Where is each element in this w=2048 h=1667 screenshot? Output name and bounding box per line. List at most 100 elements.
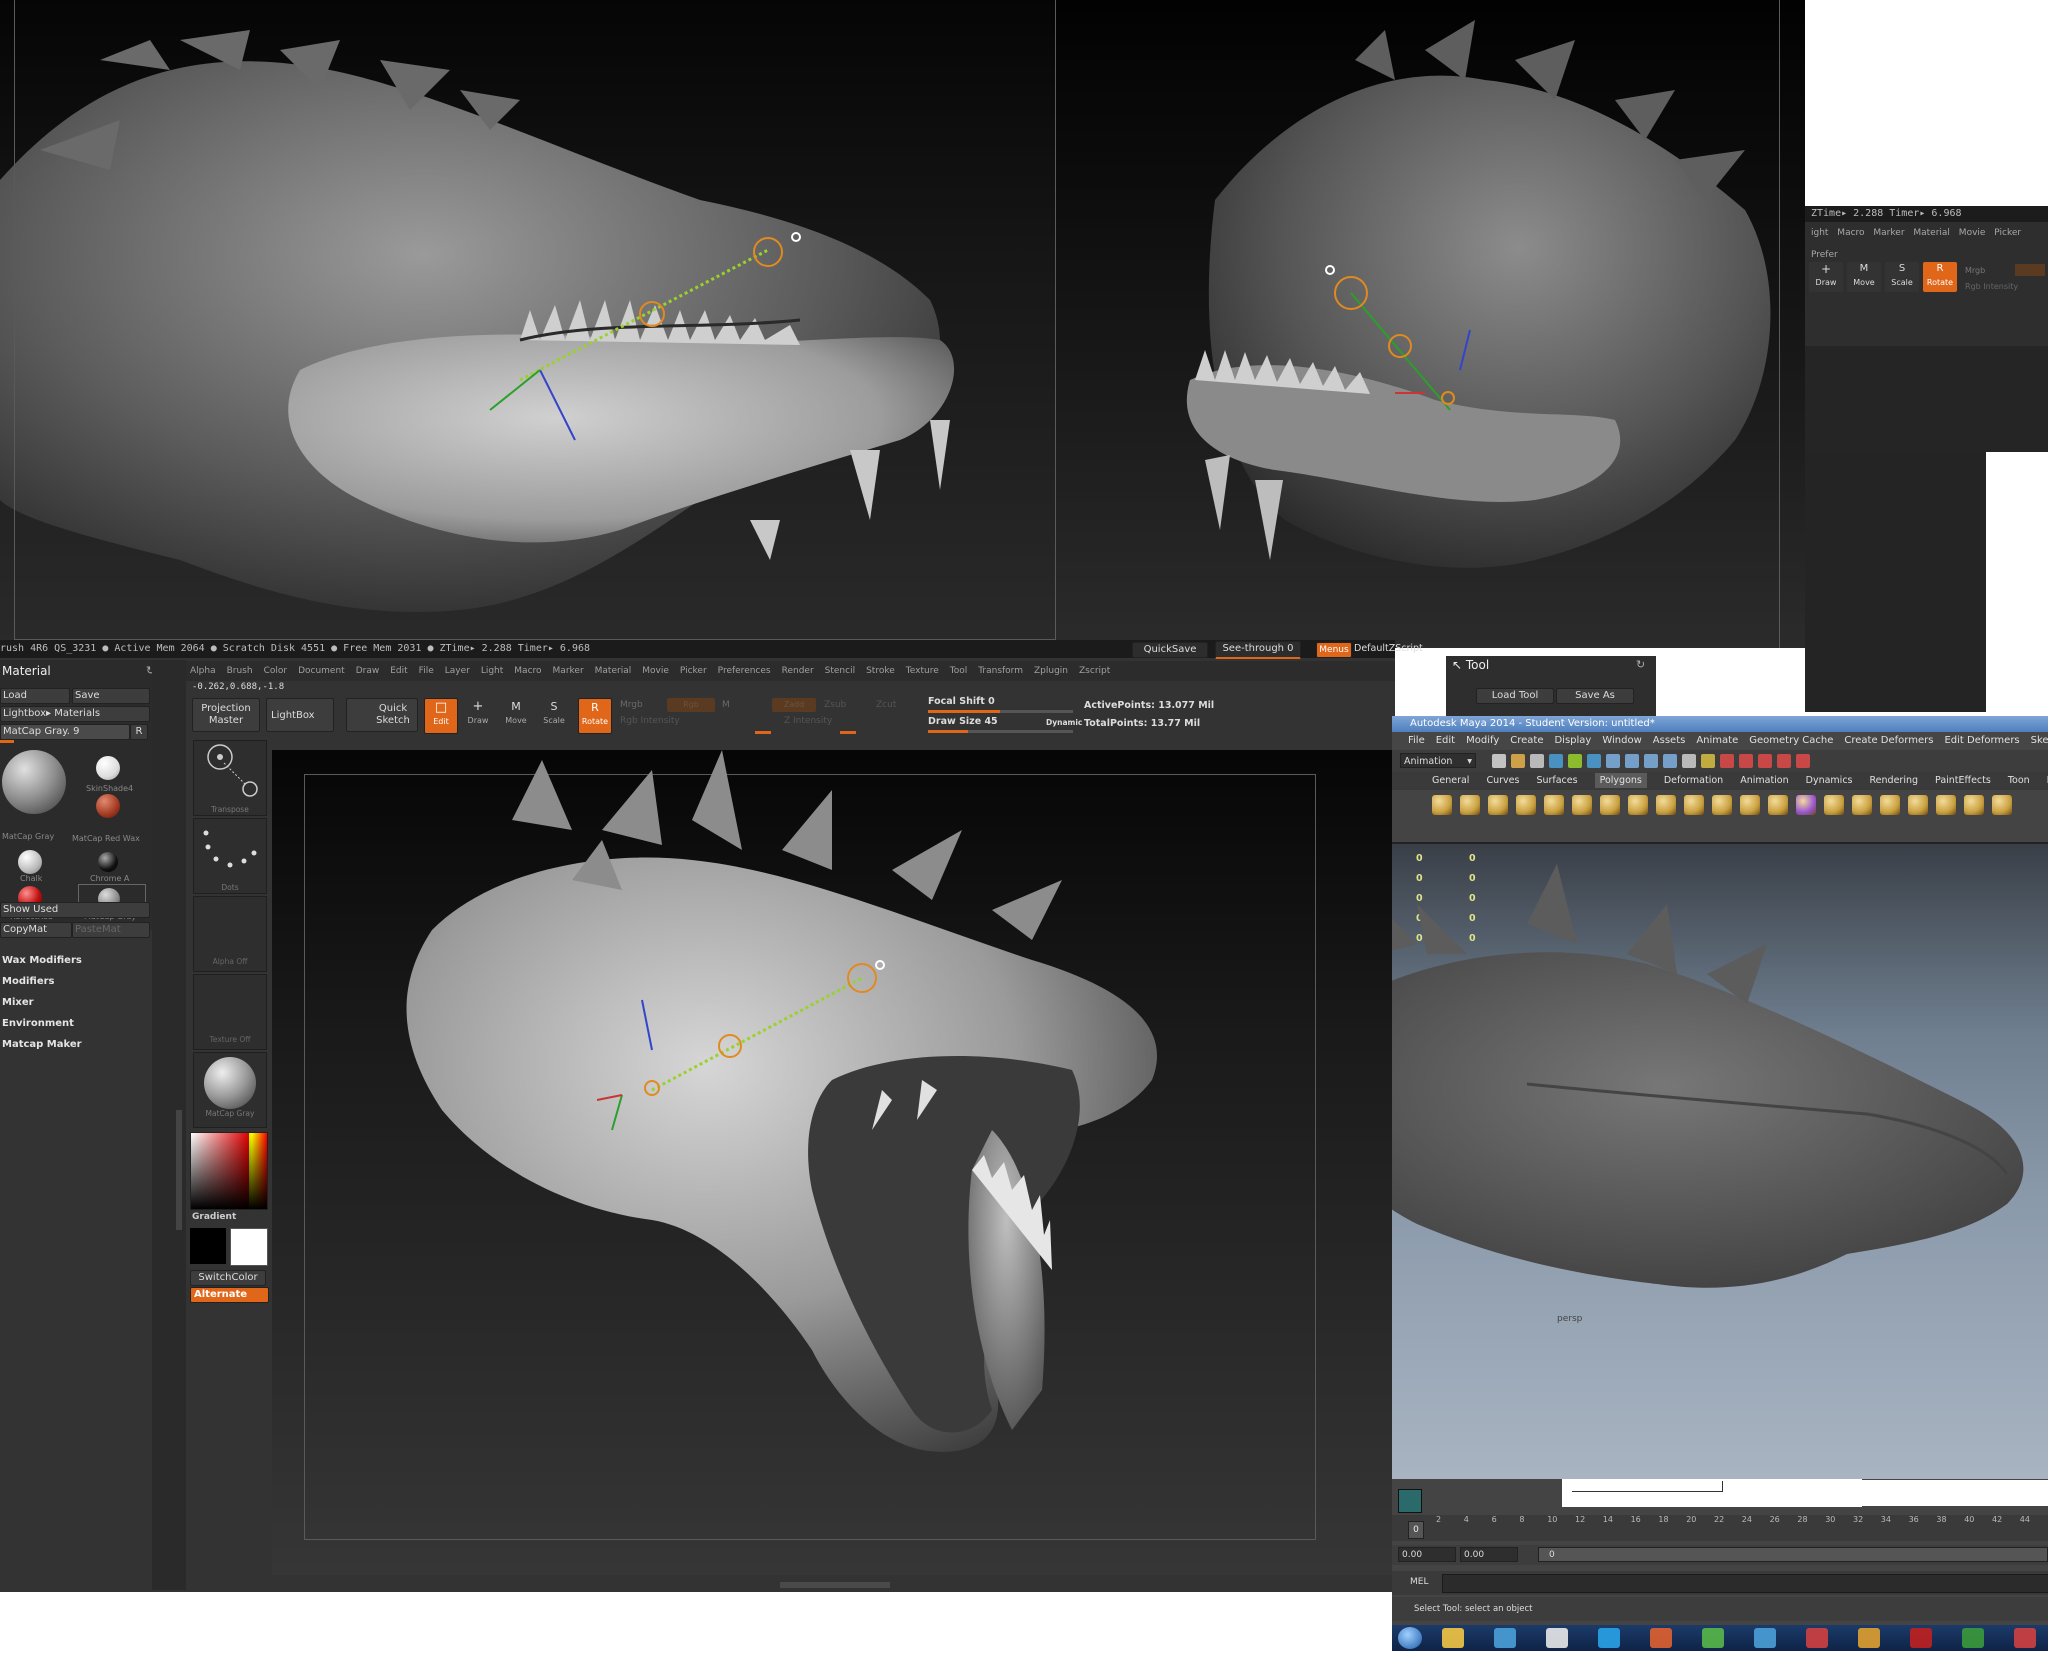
lightbox-button[interactable]: LightBox	[266, 698, 334, 732]
character-icon[interactable]	[1398, 1489, 1422, 1513]
fragment-menubar[interactable]: ight Macro Marker Material Movie Picker …	[1805, 222, 2048, 260]
status-tool-icon[interactable]	[1492, 754, 1506, 768]
zadd-button[interactable]: Zadd	[772, 698, 816, 712]
maya-viewport[interactable]: Verts:13115800Edges:39346800Faces:262312…	[1392, 842, 2048, 1483]
quick-sketch-button[interactable]: Quick Sketch	[346, 698, 418, 732]
status-tool-icon[interactable]	[1625, 754, 1639, 768]
poly-tool-icon[interactable]	[1432, 795, 1452, 815]
zbrush-menu-picker[interactable]: Picker	[680, 666, 707, 676]
current-time-field[interactable]: 0	[1408, 1521, 1424, 1539]
save-as-button[interactable]: Save As	[1556, 688, 1634, 704]
zbrush-menu-zplugin[interactable]: Zplugin	[1034, 666, 1068, 676]
draw-size-slider[interactable]: Draw Size 45	[928, 716, 998, 727]
default-zscript-button[interactable]: DefaultZScript	[1354, 643, 1423, 654]
poly-tool-icon[interactable]	[1880, 795, 1900, 815]
poly-tool-icon[interactable]	[1684, 795, 1704, 815]
zbrush-menu-color[interactable]: Color	[264, 666, 288, 676]
maya-menu-create-deformers[interactable]: Create Deformers	[1844, 735, 1933, 746]
tray-scrollbar[interactable]	[176, 1110, 182, 1230]
status-tool-icon[interactable]	[1644, 754, 1658, 768]
poly-tool-icon[interactable]	[1628, 795, 1648, 815]
range-slider[interactable]: 0.00 0.00 0	[1392, 1545, 2048, 1565]
status-tool-icon[interactable]	[1568, 754, 1582, 768]
dynamic-toggle[interactable]: Dynamic	[1046, 718, 1082, 727]
status-tool-icon[interactable]	[1530, 754, 1544, 768]
fragment-orange-slider[interactable]	[2015, 264, 2045, 276]
rgb-intensity-slider[interactable]: Rgb Intensity	[620, 716, 680, 726]
pastemat-button[interactable]: PasteMat	[72, 922, 150, 938]
copymat-button[interactable]: CopyMat	[0, 922, 72, 938]
taskbar-app-icon[interactable]	[1546, 1628, 1568, 1648]
status-tool-icon[interactable]	[1606, 754, 1620, 768]
zcut-button[interactable]: Zcut	[876, 700, 896, 710]
load-tool-button[interactable]: Load Tool	[1476, 688, 1554, 704]
zbrush-menu-preferences[interactable]: Preferences	[718, 666, 771, 676]
status-tool-icon[interactable]	[1663, 754, 1677, 768]
m-button[interactable]: M	[722, 700, 730, 710]
zbrush-menu-zscript[interactable]: Zscript	[1079, 666, 1110, 676]
current-material-slider[interactable]: MatCap Gray. 9	[0, 724, 130, 740]
maya-menu-assets[interactable]: Assets	[1653, 735, 1686, 746]
transpose-brush-slot[interactable]: Transpose	[193, 740, 267, 816]
taskbar-app-icon[interactable]	[1754, 1628, 1776, 1648]
zbrush-menu-texture[interactable]: Texture	[906, 666, 939, 676]
texture-slot[interactable]: Texture Off	[193, 974, 267, 1050]
mel-label[interactable]: MEL	[1410, 1577, 1428, 1587]
menus-toggle[interactable]: Menus	[1316, 642, 1352, 658]
taskbar-app-icon[interactable]	[1442, 1628, 1464, 1648]
maya-menu-file[interactable]: File	[1408, 735, 1425, 746]
taskbar-app-icon[interactable]	[1806, 1628, 1828, 1648]
skinshade4-sphere[interactable]	[96, 756, 120, 780]
status-tool-icon[interactable]	[1511, 754, 1525, 768]
zbrush-menu-brush[interactable]: Brush	[227, 666, 253, 676]
poly-tool-icon[interactable]	[1740, 795, 1760, 815]
zbrush-canvas[interactable]	[272, 750, 1395, 1575]
chrome-a-sphere[interactable]	[98, 852, 118, 872]
poly-tool-icon[interactable]	[1656, 795, 1676, 815]
zsub-button[interactable]: Zsub	[824, 700, 846, 710]
maya-menu-modify[interactable]: Modify	[1466, 735, 1499, 746]
poly-tool-icon[interactable]	[1936, 795, 1956, 815]
zbrush-menu-stencil[interactable]: Stencil	[825, 666, 855, 676]
menu-set-dropdown[interactable]: Animation ▾	[1400, 753, 1476, 768]
status-tool-icon[interactable]	[1549, 754, 1563, 768]
poly-tool-icon[interactable]	[1460, 795, 1480, 815]
maya-menu-geometry-cache[interactable]: Geometry Cache	[1749, 735, 1833, 746]
zbrush-menu-alpha[interactable]: Alpha	[190, 666, 216, 676]
status-tool-icon[interactable]	[1777, 754, 1791, 768]
taskbar-app-icon[interactable]	[1650, 1628, 1672, 1648]
switchcolor-button[interactable]: SwitchColor	[190, 1270, 266, 1286]
shelf-tab-toon[interactable]: Toon	[2008, 775, 2030, 786]
shelf-tab-animation[interactable]: Animation	[1740, 775, 1788, 786]
poly-tool-icon[interactable]	[1852, 795, 1872, 815]
dots-stroke-slot[interactable]: Dots	[193, 818, 267, 894]
poly-tool-icon[interactable]	[1964, 795, 1984, 815]
taskbar-app-icon[interactable]	[1702, 1628, 1724, 1648]
move-button[interactable]: M Move	[500, 698, 532, 732]
zbrush-menu-material[interactable]: Material	[595, 666, 632, 676]
poly-tool-icon[interactable]	[1600, 795, 1620, 815]
maya-menu-animate[interactable]: Animate	[1696, 735, 1738, 746]
taskbar-app-icon[interactable]	[1494, 1628, 1516, 1648]
canvas-bottom-scroll[interactable]	[780, 1582, 890, 1588]
zbrush-menu-edit[interactable]: Edit	[390, 666, 407, 676]
fragment-draw-button[interactable]: + Draw	[1809, 262, 1843, 292]
chalk-sphere[interactable]	[18, 850, 42, 874]
zbrush-menu-transform[interactable]: Transform	[978, 666, 1023, 676]
taskbar-app-icon[interactable]	[1598, 1628, 1620, 1648]
fragment-move-button[interactable]: M Move	[1847, 262, 1881, 292]
fragment-scale-button[interactable]: S Scale	[1885, 262, 1919, 292]
fragment-rotate-button[interactable]: R Rotate	[1923, 262, 1957, 292]
status-tool-icon[interactable]	[1796, 754, 1810, 768]
status-tool-icon[interactable]	[1701, 754, 1715, 768]
maya-menu-create[interactable]: Create	[1510, 735, 1543, 746]
range-start-field[interactable]: 0.00	[1460, 1547, 1518, 1562]
alpha-slot[interactable]: Alpha Off	[193, 896, 267, 972]
quicksave-button[interactable]: QuickSave	[1132, 642, 1208, 658]
shelf-tab-polygons[interactable]: Polygons	[1594, 773, 1647, 788]
start-orb-icon[interactable]	[1398, 1627, 1422, 1649]
zbrush-menu-macro[interactable]: Macro	[514, 666, 541, 676]
draw-button[interactable]: + Draw	[462, 698, 494, 732]
show-used-button[interactable]: Show Used	[0, 902, 150, 918]
range-bar[interactable]: 0	[1538, 1547, 2048, 1562]
